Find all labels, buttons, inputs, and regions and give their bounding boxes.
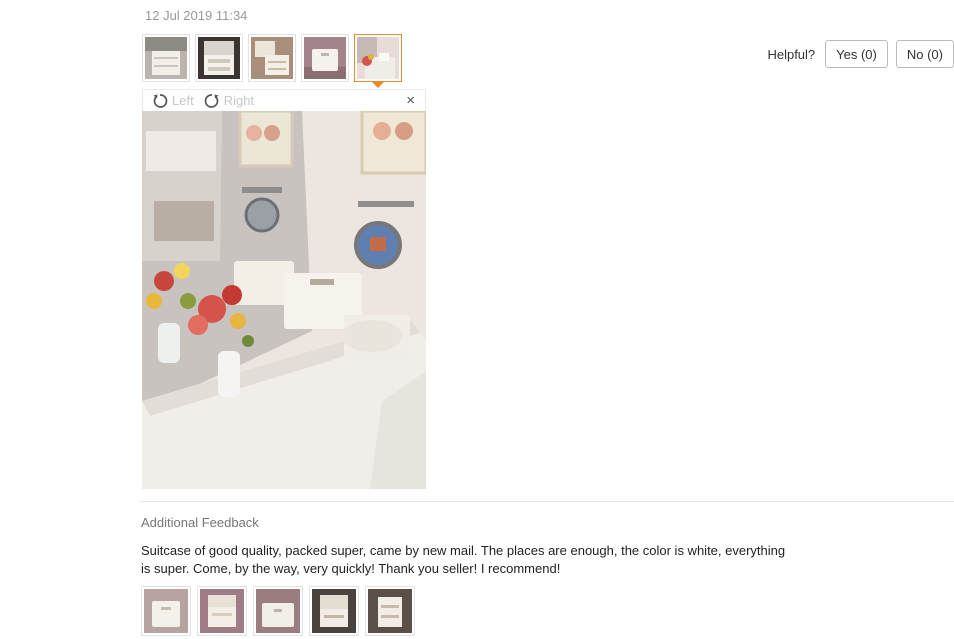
- review-photo-thumb-5[interactable]: [354, 34, 402, 88]
- helpful-yes-button[interactable]: Yes (0): [825, 40, 888, 68]
- review-photo-thumb-3[interactable]: [248, 34, 296, 82]
- jewelry-box-open-photo: [200, 589, 244, 633]
- vanity-table-image: [142, 111, 426, 489]
- rotate-right-icon: [204, 93, 219, 108]
- jewelry-box-photo: [144, 589, 188, 633]
- vanity-table-photo: [357, 37, 399, 79]
- jewelry-box-closed-photo: [256, 589, 300, 633]
- helpful-label: Helpful?: [767, 46, 816, 62]
- feedback-line-2: is super. Come, by the way, very quickly…: [141, 561, 561, 576]
- review-photo-thumb-4[interactable]: [301, 34, 349, 82]
- additional-photo-thumb-2[interactable]: [197, 586, 247, 636]
- feedback-line-1: Suitcase of good quality, packed super, …: [141, 543, 786, 558]
- review-photo-thumb-2[interactable]: [195, 34, 243, 82]
- jewelry-box-drawers-photo: [251, 37, 293, 79]
- jewelry-box-open-photo: [198, 37, 240, 79]
- rotate-right-button[interactable]: Right: [204, 93, 254, 109]
- additional-photo-thumb-1[interactable]: [141, 586, 191, 636]
- jewelry-box-drawer-photo: [368, 589, 412, 633]
- review-photo-thumbnails: [142, 34, 402, 88]
- helpful-vote: Helpful? Yes (0) No (0): [767, 40, 954, 68]
- additional-photo-thumb-3[interactable]: [253, 586, 303, 636]
- section-divider: [140, 501, 954, 502]
- jewelry-box-trays-photo: [312, 589, 356, 633]
- rotate-right-label: Right: [223, 93, 255, 108]
- rotate-left-button[interactable]: Left: [152, 93, 194, 109]
- rotate-left-icon: [153, 93, 168, 108]
- additional-photo-thumbnails: [141, 586, 415, 636]
- active-thumb-pointer: [372, 82, 384, 88]
- enlarged-review-photo: [142, 111, 426, 489]
- photo-viewer-toolbar: Left Right ×: [142, 89, 426, 111]
- jewelry-box-closed-photo: [304, 37, 346, 79]
- additional-photo-thumb-4[interactable]: [309, 586, 359, 636]
- additional-feedback-title: Additional Feedback: [141, 515, 259, 530]
- additional-photo-thumb-5[interactable]: [365, 586, 415, 636]
- close-viewer-button[interactable]: ×: [406, 92, 415, 109]
- rotate-left-label: Left: [172, 93, 194, 108]
- helpful-no-button[interactable]: No (0): [895, 40, 954, 68]
- review-photo-thumb-1[interactable]: [142, 34, 190, 82]
- jewelry-box-photo: [145, 37, 187, 79]
- additional-feedback-text: Suitcase of good quality, packed super, …: [141, 542, 821, 578]
- review-date: 12 Jul 2019 11:34: [145, 8, 248, 23]
